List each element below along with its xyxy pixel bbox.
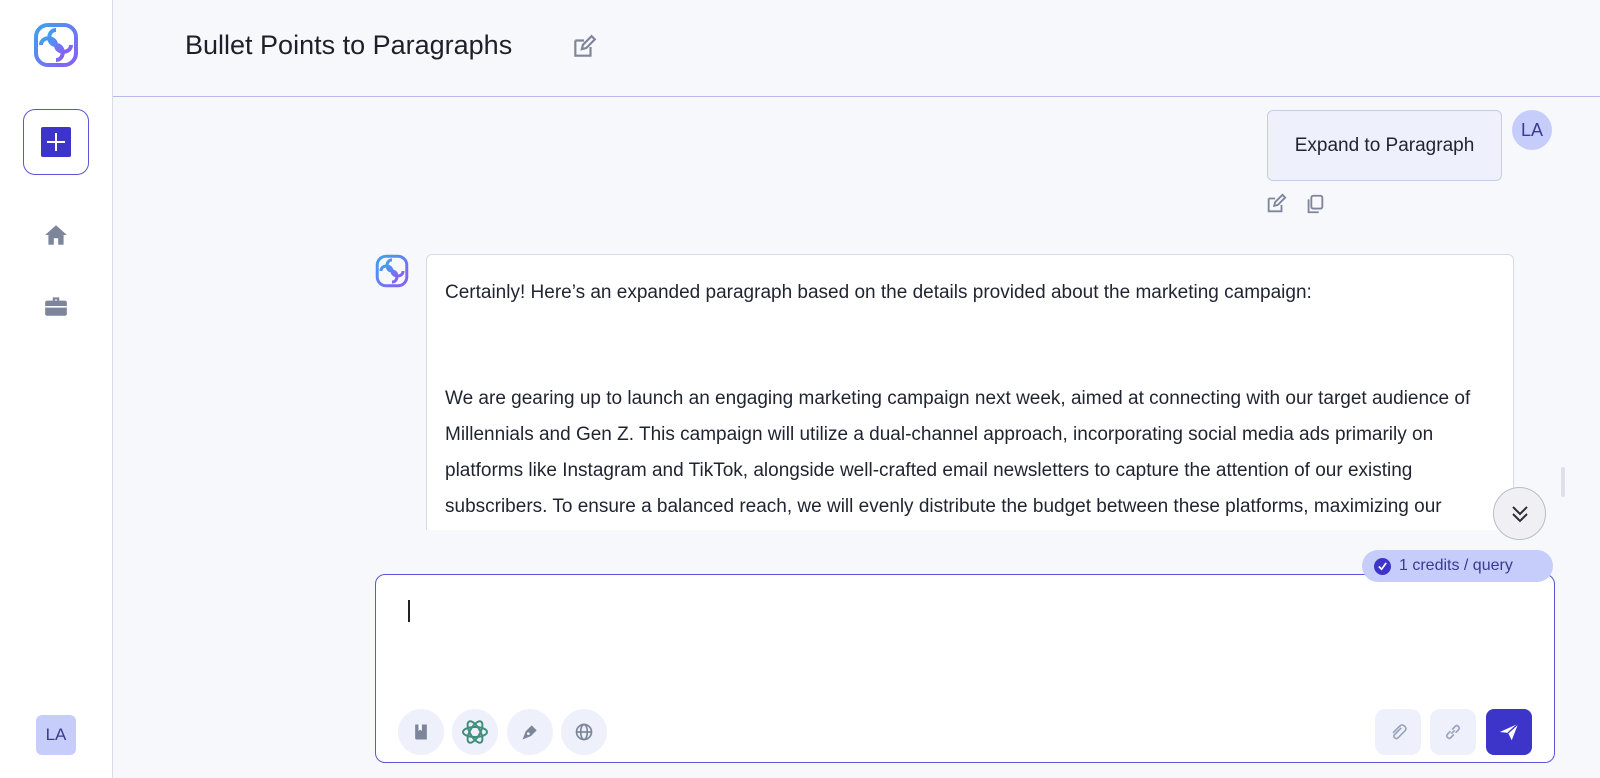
assistant-message: Certainly! Here’s an expanded paragraph …	[426, 254, 1514, 530]
model-select-button[interactable]	[452, 709, 498, 755]
message-composer	[375, 574, 1555, 763]
header: Bullet Points to Paragraphs	[113, 0, 1600, 97]
send-button[interactable]	[1486, 709, 1532, 755]
text-caret	[408, 600, 410, 622]
new-chat-button[interactable]	[23, 109, 89, 175]
scrollbar-thumb[interactable]	[1561, 467, 1565, 497]
app-logo-icon[interactable]	[33, 22, 79, 68]
assistant-paragraph: Certainly! Here’s an expanded paragraph …	[445, 282, 1312, 303]
paperclip-icon	[1392, 724, 1407, 740]
home-icon[interactable]	[43, 222, 69, 248]
globe-icon	[575, 723, 593, 741]
user-avatar[interactable]: LA	[36, 715, 76, 755]
user-message: Expand to Paragraph	[1267, 110, 1502, 181]
credits-label: 1 credits / query	[1399, 557, 1513, 574]
message-input[interactable]	[406, 597, 1516, 677]
user-message-avatar: LA	[1512, 110, 1552, 150]
bookmark-book-icon	[415, 724, 427, 740]
credits-badge: 1 credits / query	[1362, 550, 1553, 582]
assistant-paragraph: We are gearing up to launch an engaging …	[445, 388, 1471, 517]
plus-icon	[41, 127, 71, 157]
copy-message-icon[interactable]	[1304, 193, 1326, 215]
edit-message-icon[interactable]	[1265, 193, 1287, 215]
send-icon	[1499, 723, 1519, 741]
briefcase-icon[interactable]	[43, 293, 69, 319]
link-icon	[1445, 724, 1461, 740]
openai-icon	[462, 720, 488, 744]
credit-check-icon	[1374, 557, 1391, 575]
user-message-text: Expand to Paragraph	[1294, 134, 1475, 156]
web-search-button[interactable]	[561, 709, 607, 755]
attach-file-button[interactable]	[1375, 709, 1421, 755]
edit-title-icon[interactable]	[571, 34, 597, 60]
writing-style-button[interactable]	[507, 709, 553, 755]
page-title: Bullet Points to Paragraphs	[185, 30, 513, 60]
add-link-button[interactable]	[1430, 709, 1476, 755]
scroll-to-bottom-button[interactable]	[1493, 487, 1546, 540]
prompt-library-button[interactable]	[398, 709, 444, 755]
pen-nib-icon	[522, 725, 537, 740]
sidebar: LA	[0, 0, 113, 778]
double-chevron-down-icon	[1511, 505, 1528, 522]
assistant-avatar-icon	[375, 254, 409, 288]
